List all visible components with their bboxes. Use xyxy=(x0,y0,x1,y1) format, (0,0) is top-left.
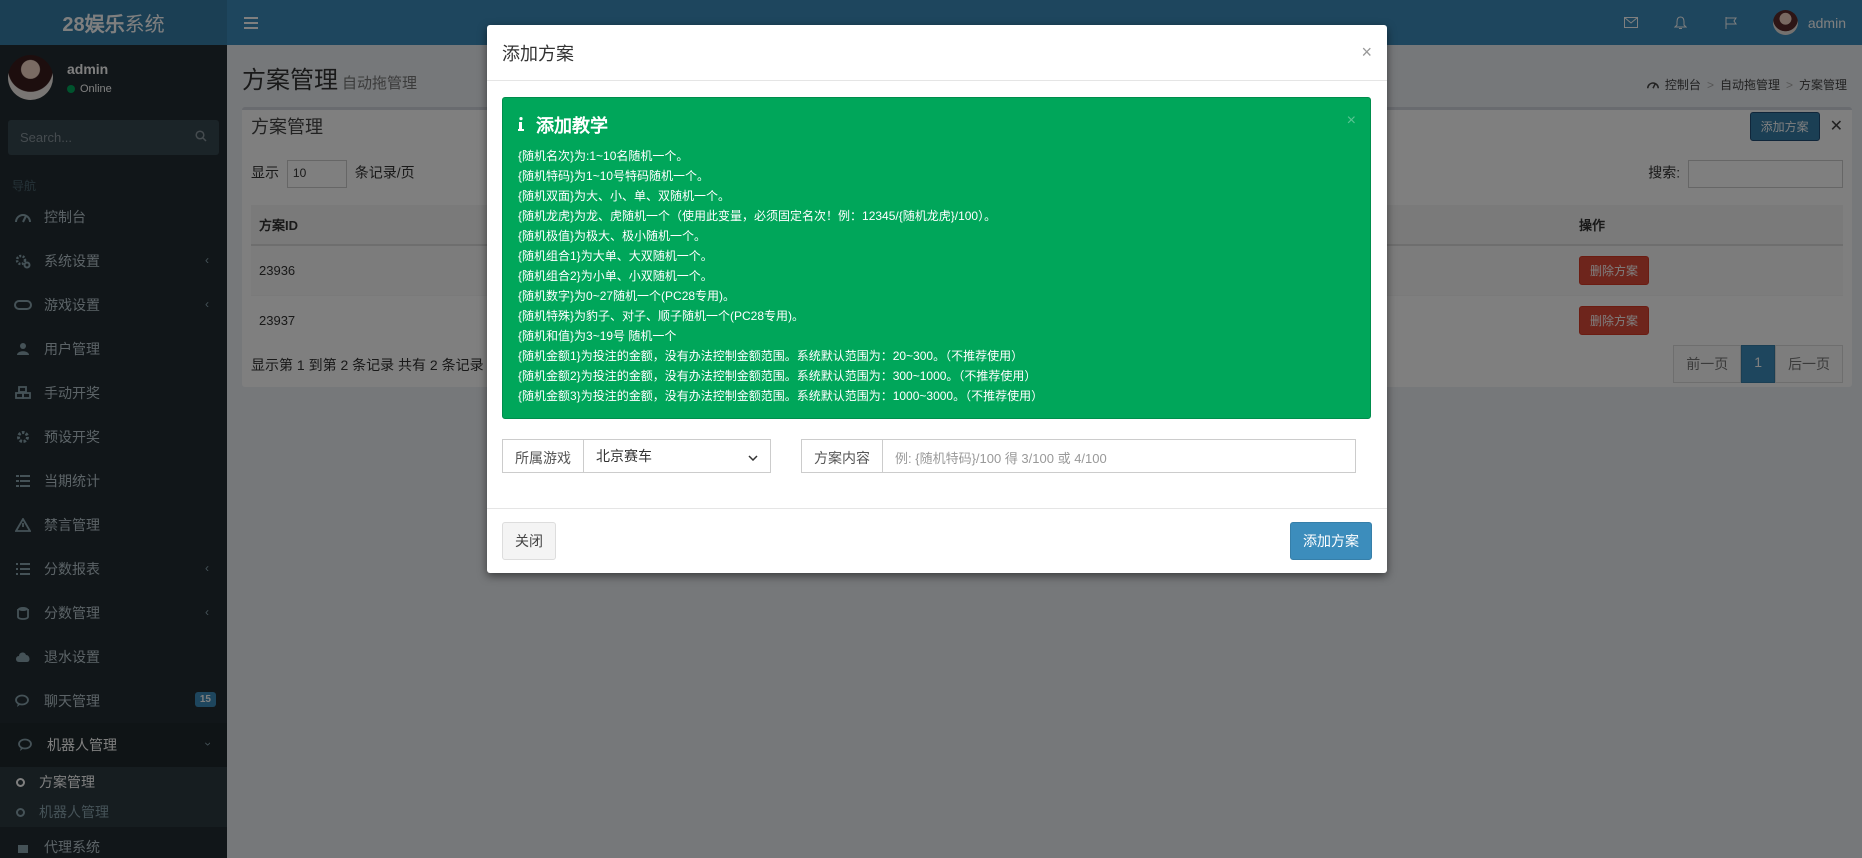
alert-title: 添加教学 xyxy=(518,112,1355,138)
submit-add-plan-button[interactable]: 添加方案 xyxy=(1290,522,1372,560)
modal-title: 添加方案 xyxy=(502,43,574,64)
game-label: 所属游戏 xyxy=(502,439,584,473)
content-field: 方案内容 例: {随机特码}/100 得 3/100 或 4/100 xyxy=(801,439,1356,473)
alert-line: {随机特码}为1~10号特码随机一个。 xyxy=(518,169,710,183)
plan-form: 所属游戏 北京赛车 方案内容 例: {随机特码}/100 得 3/100 或 4… xyxy=(502,439,1356,473)
alert-line: {随机金额1}为投注的金额，没有办法控制金额范围。系统默认范围为：20~300。… xyxy=(518,349,1024,363)
alert-line: {随机金额3}为投注的金额，没有办法控制金额范围。系统默认范围为：1000~30… xyxy=(518,389,1044,403)
tutorial-alert: × 添加教学 {随机名次}为:1~10名随机一个。 {随机特码}为1~10号特码… xyxy=(502,97,1371,419)
add-plan-modal: 添加方案 × × 添加教学 {随机名次}为:1~10名随机一个。 {随机特码}为… xyxy=(487,25,1387,573)
alert-line: {随机特殊}为豹子、对子、顺子随机一个(PC28专用)。 xyxy=(518,309,805,323)
alert-line: {随机组合1}为大单、大双随机一个。 xyxy=(518,249,713,263)
alert-title-text: 添加教学 xyxy=(536,116,608,136)
modal-footer: 关闭 添加方案 xyxy=(487,508,1387,573)
info-icon xyxy=(518,115,524,136)
close-icon[interactable]: × xyxy=(1361,42,1372,63)
alert-line: {随机和值}为3~19号 随机一个 xyxy=(518,329,677,343)
alert-line: {随机双面}为大、小、单、双随机一个。 xyxy=(518,189,731,203)
game-field: 所属游戏 北京赛车 xyxy=(502,439,771,473)
content-label: 方案内容 xyxy=(801,439,883,473)
game-select-value: 北京赛车 xyxy=(596,448,652,464)
alert-line: {随机名次}为:1~10名随机一个。 xyxy=(518,149,689,163)
alert-close-icon[interactable]: × xyxy=(1347,112,1356,130)
alert-line: {随机组合2}为小单、小双随机一个。 xyxy=(518,269,713,283)
close-button[interactable]: 关闭 xyxy=(502,522,556,560)
alert-line: {随机数字}为0~27随机一个(PC28专用)。 xyxy=(518,289,736,303)
alert-line: {随机金额2}为投注的金额，没有办法控制金额范围。系统默认范围为：300~100… xyxy=(518,369,1037,383)
alert-line: {随机龙虎}为龙、虎随机一个（使用此变量，必须固定名次！例：12345/{随机龙… xyxy=(518,209,997,223)
chevron-down-icon xyxy=(748,448,758,464)
alert-line: {随机极值}为极大、极小随机一个。 xyxy=(518,229,707,243)
modal-header: 添加方案 × xyxy=(487,25,1387,81)
plan-content-input[interactable]: 例: {随机特码}/100 得 3/100 或 4/100 xyxy=(883,439,1356,473)
game-select[interactable]: 北京赛车 xyxy=(584,439,771,473)
